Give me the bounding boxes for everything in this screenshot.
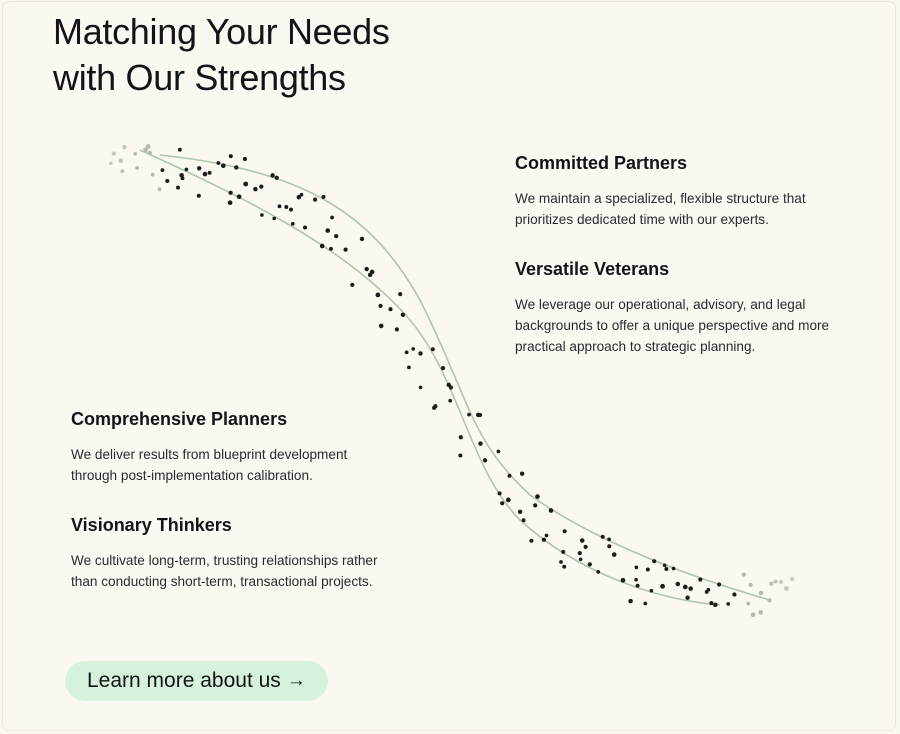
feature-title: Versatile Veterans <box>515 259 670 279</box>
feature-title: Committed Partners <box>515 153 688 173</box>
feature-versatile-veterans: Versatile Veterans We leverage our opera… <box>515 258 835 357</box>
feature-title: Visionary Thinkers <box>71 515 232 535</box>
learn-more-label: Learn more about us <box>87 669 281 692</box>
feature-title: Comprehensive Planners <box>71 409 288 429</box>
feature-description: We cultivate long-term, trusting relatio… <box>71 553 378 589</box>
feature-comprehensive-planners: Comprehensive Planners We deliver result… <box>71 408 391 486</box>
feature-description: We deliver results from blueprint develo… <box>71 447 348 483</box>
arrow-right-icon: → <box>286 670 306 691</box>
learn-more-button[interactable]: Learn more about us → <box>65 661 328 701</box>
feature-visionary-thinkers: Visionary Thinkers We cultivate long-ter… <box>71 514 401 592</box>
feature-description: We maintain a specialized, flexible stru… <box>515 191 806 227</box>
feature-description: We leverage our operational, advisory, a… <box>515 297 830 354</box>
decorative-scatter-illustration <box>40 140 860 620</box>
feature-committed-partners: Committed Partners We maintain a special… <box>515 152 845 230</box>
